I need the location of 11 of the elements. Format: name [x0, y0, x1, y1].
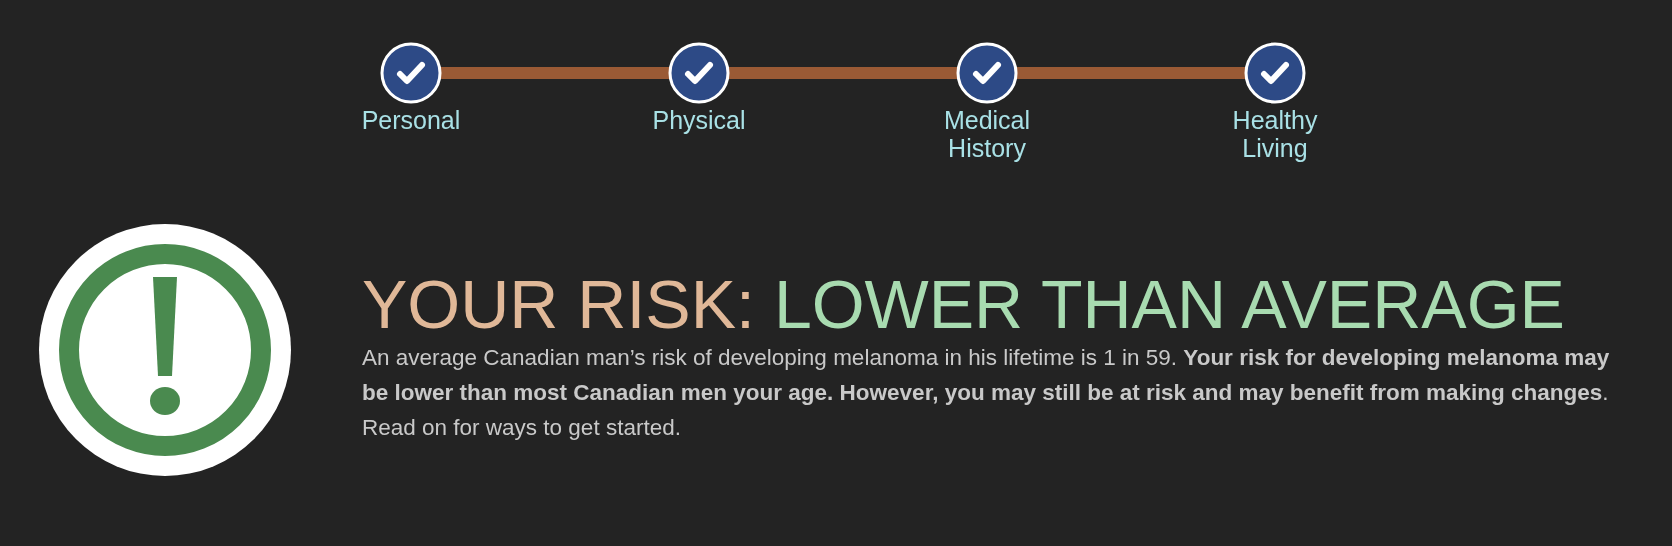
check-icon[interactable] — [380, 42, 442, 104]
check-icon[interactable] — [1244, 42, 1306, 104]
step-label[interactable]: Medical History — [931, 106, 1043, 162]
step-label[interactable]: Healthy Living — [1219, 106, 1331, 162]
risk-description: An average Canadian man’s risk of developing melanoma in his lifetime is 1 in 59. Your risk for developing melanoma may be lower than most Canadian men your age. However, you may still be at risk and may benefit from making changes. Read on for ways to get started. — [362, 344, 1611, 442]
exclamation-icon — [39, 224, 291, 476]
step-label[interactable]: Personal — [361, 106, 461, 134]
check-icon[interactable] — [956, 42, 1018, 104]
step-label[interactable]: Physical — [652, 106, 746, 134]
check-icon[interactable] — [668, 42, 730, 104]
risk-heading: YOUR RISK: LOWER THAN AVERAGE — [362, 268, 1566, 340]
